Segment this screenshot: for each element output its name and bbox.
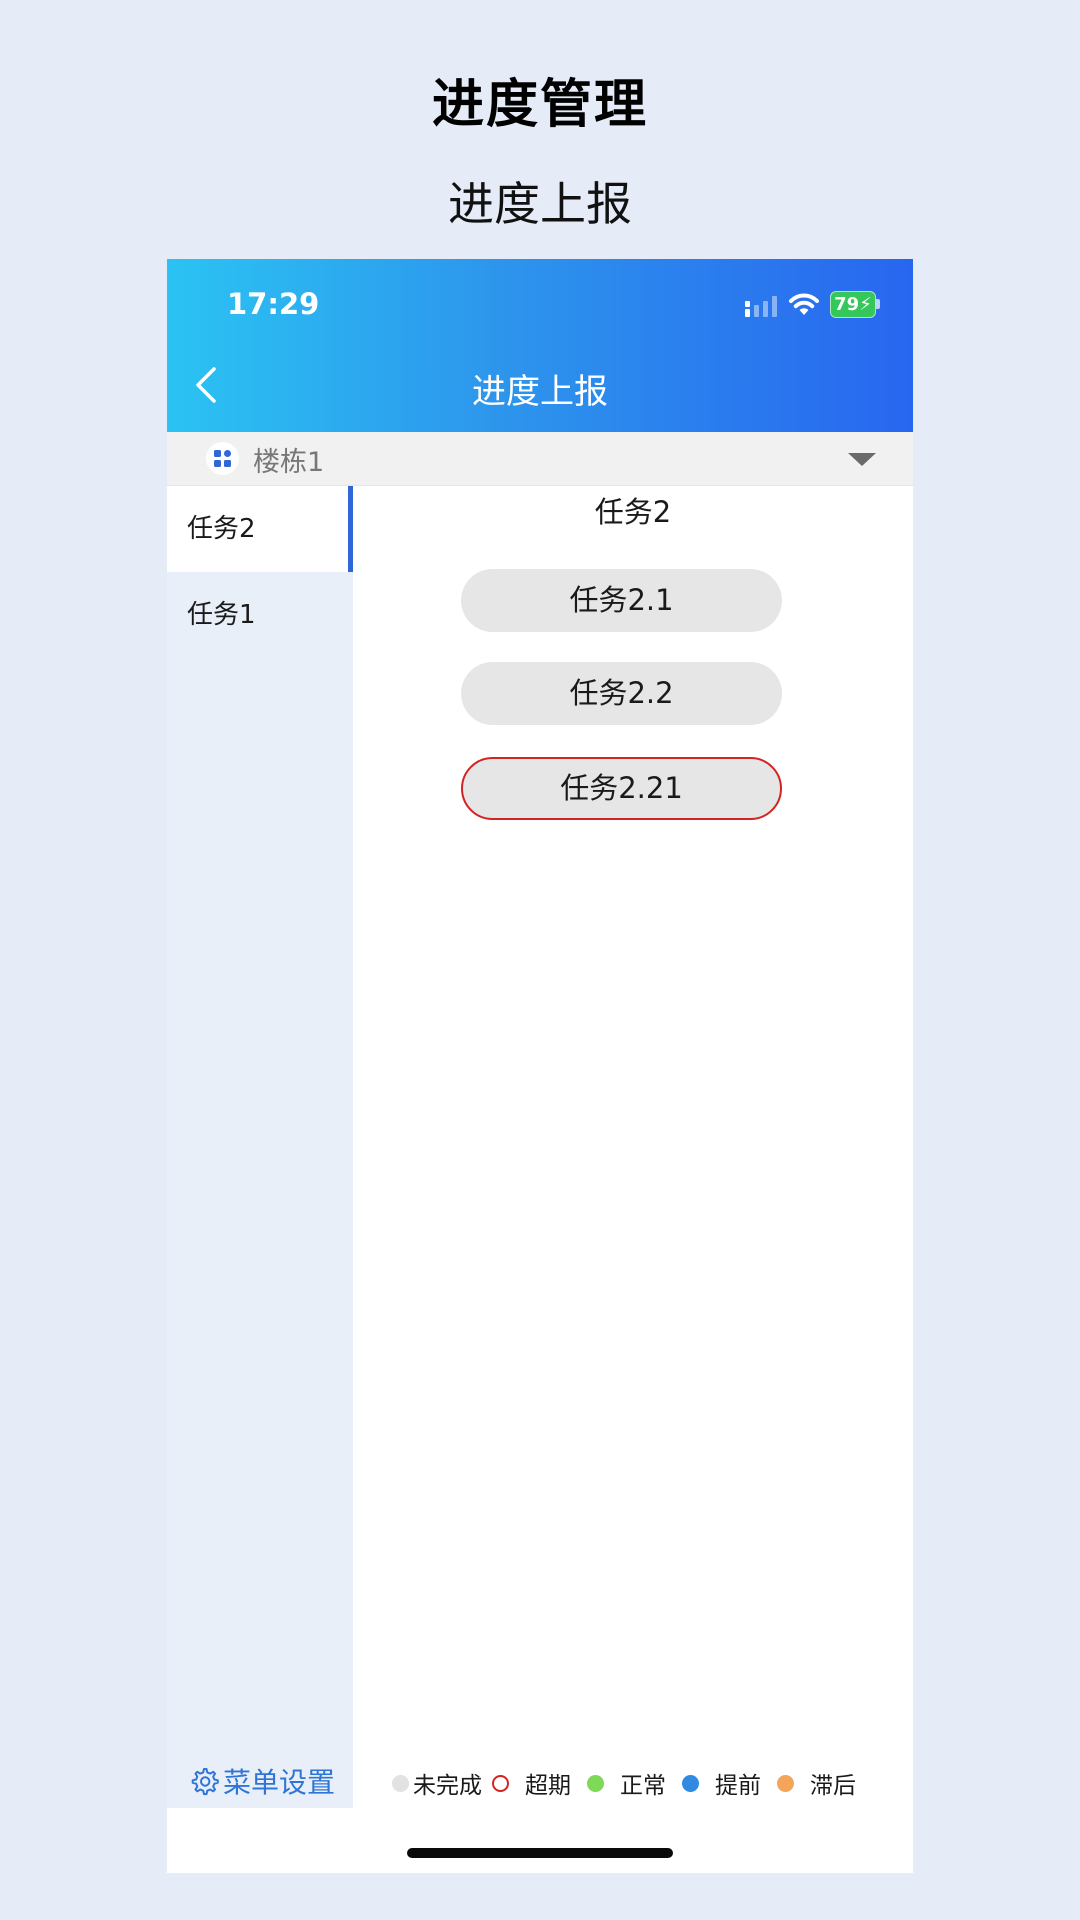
task-button-2-2[interactable]: 任务2.2 xyxy=(461,662,782,725)
battery-level: 79⚡ xyxy=(830,291,876,318)
legend-label: 未完成 xyxy=(413,1773,482,1799)
gear-icon xyxy=(191,1768,219,1796)
task-label: 任务2.2 xyxy=(569,676,674,710)
nav-title: 进度上报 xyxy=(472,372,608,412)
sidebar-item-task-2[interactable]: 任务2 xyxy=(167,486,353,572)
menu-settings-button[interactable]: 菜单设置 xyxy=(189,1761,335,1801)
cellular-signal-icon xyxy=(745,296,777,317)
app-header: 17:29 79⚡ 进度上报 xyxy=(167,259,913,432)
menu-settings-label: 菜单设置 xyxy=(223,1766,336,1799)
legend-ring-icon xyxy=(492,1774,509,1792)
building-name: 楼栋1 xyxy=(253,447,325,478)
content-title: 任务2 xyxy=(594,495,672,529)
phone-screen: 17:29 79⚡ 进度上报 楼栋1 任务2 任务1 菜单设置 任务2 任务2.… xyxy=(167,259,913,1873)
battery-icon: 79⚡ xyxy=(830,291,882,318)
home-indicator[interactable] xyxy=(407,1848,673,1858)
legend-label: 正常 xyxy=(620,1773,666,1799)
legend-item-overdue: 超期 xyxy=(492,1766,571,1800)
status-time: 17:29 xyxy=(227,287,320,321)
page-title: 进度管理 xyxy=(431,75,648,135)
page-subtitle: 进度上报 xyxy=(448,177,632,231)
wifi-icon xyxy=(789,293,819,315)
task-label: 任务2.21 xyxy=(560,771,683,805)
legend-label: 超期 xyxy=(525,1773,571,1799)
task-button-2-1[interactable]: 任务2.1 xyxy=(461,569,782,632)
sidebar-item-task-1[interactable]: 任务1 xyxy=(167,572,353,658)
legend-dot-icon xyxy=(587,1774,604,1792)
building-selector[interactable]: 楼栋1 xyxy=(167,432,913,486)
sidebar-item-label: 任务2 xyxy=(187,514,256,544)
legend-dot-icon xyxy=(777,1774,794,1792)
legend-dot-icon xyxy=(682,1774,699,1792)
task-label: 任务2.1 xyxy=(569,583,674,617)
task-sidebar: 任务2 任务1 xyxy=(167,486,353,1808)
legend-item-unfinished: 未完成 xyxy=(392,1766,482,1800)
task-button-2-21[interactable]: 任务2.21 xyxy=(461,757,782,820)
legend-label: 滞后 xyxy=(810,1773,856,1799)
dropdown-arrow-icon[interactable] xyxy=(848,453,876,466)
legend-item-delayed: 滞后 xyxy=(777,1766,856,1800)
legend-item-early: 提前 xyxy=(682,1766,761,1800)
legend-item-normal: 正常 xyxy=(587,1766,666,1800)
building-icon xyxy=(206,442,239,475)
sidebar-item-label: 任务1 xyxy=(187,600,256,630)
status-legend: 未完成 超期 正常 提前 滞后 xyxy=(392,1765,856,1801)
legend-label: 提前 xyxy=(715,1773,761,1799)
legend-dot-icon xyxy=(392,1774,409,1792)
